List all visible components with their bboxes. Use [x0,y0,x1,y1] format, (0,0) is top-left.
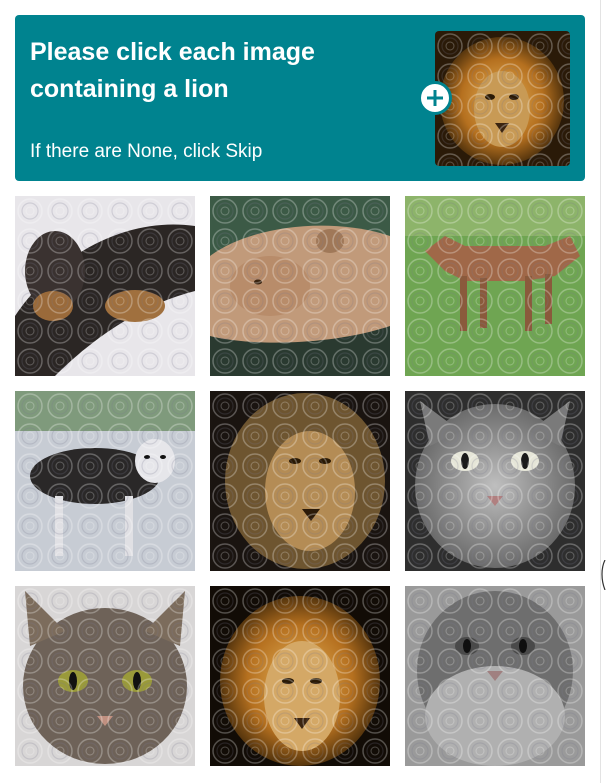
expand-example-button[interactable] [418,81,452,115]
skip-hint: If there are None, click Skip [30,141,263,162]
challenge-prompt: Please click each image containing a lio… [30,38,315,103]
captcha-challenge: Please click each image containing a lio… [0,0,601,783]
image-tile-9[interactable] [405,586,585,766]
image-tile-3[interactable] [405,196,585,376]
image-tile-5[interactable] [210,391,390,571]
image-tile-2[interactable] [210,196,390,376]
image-grid [15,196,586,768]
image-tile-8[interactable] [210,586,390,766]
image-tile-4[interactable] [15,391,195,571]
challenge-header: Please click each image containing a lio… [15,15,585,181]
image-tile-6[interactable] [405,391,585,571]
image-tile-1[interactable] [15,196,195,376]
plus-icon [427,90,443,106]
image-tile-7[interactable] [15,586,195,766]
page-edge-decoration [601,560,606,590]
example-lion-image [435,31,570,166]
